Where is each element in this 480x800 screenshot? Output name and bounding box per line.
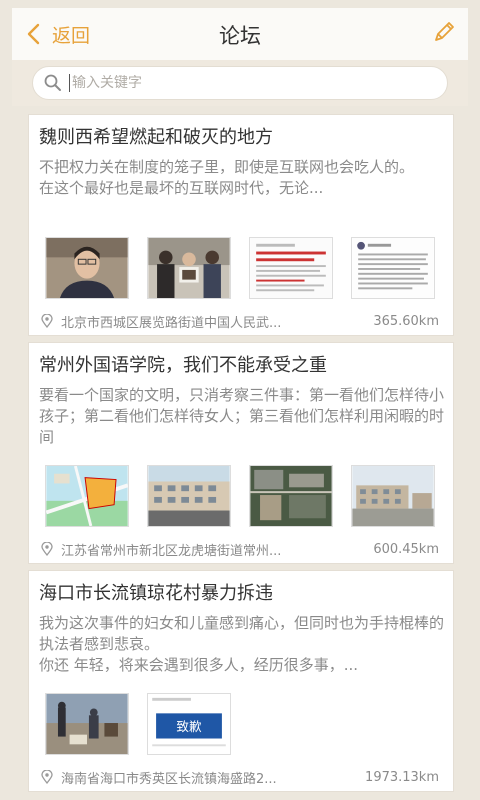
text-screenshot xyxy=(352,238,434,298)
top-bar: 返回 论坛 xyxy=(12,8,468,60)
post-title: 海口市长流镇琼花村暴力拆违 xyxy=(39,583,273,604)
page-title: 论坛 xyxy=(219,24,261,48)
building-photo xyxy=(148,466,230,526)
campus-photo xyxy=(352,466,434,526)
location-pin-icon xyxy=(41,314,53,328)
post-thumbnails: 致歉 xyxy=(45,693,437,755)
post-description: 不把权力关在制度的笼子里，即使是互联网也会吃人的。 在这个最好也是最坏的互联网时… xyxy=(39,158,415,197)
post-thumbnails xyxy=(45,465,437,527)
post-thumbnail[interactable] xyxy=(351,237,435,299)
post-location: 海南省海口市秀英区长流镇海盛路2... 1973.13km xyxy=(41,767,439,787)
thumbnail-caption: 致歉 xyxy=(176,719,202,734)
search-icon xyxy=(44,74,61,91)
search-bar-container xyxy=(12,60,468,106)
text-cursor xyxy=(69,74,70,92)
map-image xyxy=(46,466,128,526)
post-thumbnail[interactable] xyxy=(351,465,435,527)
post-thumbnail[interactable] xyxy=(45,693,129,755)
post-location: 北京市西城区展览路街道中国人民武... 365.60km xyxy=(41,311,439,331)
post-description: 我为这次事件的妇女和儿童感到痛心，但同时也为手持棍棒的执法者感到悲哀。 你还 年… xyxy=(39,614,445,674)
portrait-photo xyxy=(46,238,128,298)
post-thumbnail[interactable] xyxy=(147,465,231,527)
scene-photo xyxy=(46,694,128,754)
document-screenshot xyxy=(250,238,332,298)
pencil-icon[interactable] xyxy=(432,20,456,44)
aerial-photo xyxy=(250,466,332,526)
post-description: 要看一个国家的文明，只消考察三件事：第一看他们怎样待小孩子；第二看他们怎样待女人… xyxy=(39,386,445,446)
search-box[interactable] xyxy=(32,66,448,100)
location-pin-icon xyxy=(41,770,53,784)
post-thumbnail[interactable] xyxy=(45,465,129,527)
group-photo xyxy=(148,238,230,298)
post-card[interactable]: 海口市长流镇琼花村暴力拆违 我为这次事件的妇女和儿童感到痛心，但同时也为手持棍棒… xyxy=(28,570,454,792)
post-title: 常州外国语学院，我们不能承受之重 xyxy=(39,355,327,376)
location-address: 北京市西城区展览路街道中国人民武... xyxy=(61,315,282,331)
post-thumbnails xyxy=(45,237,437,299)
post-thumbnail[interactable] xyxy=(45,237,129,299)
post-card[interactable]: 魏则西希望燃起和破灭的地方 不把权力关在制度的笼子里，即使是互联网也会吃人的。 … xyxy=(28,114,454,336)
location-distance: 600.45km xyxy=(373,541,439,557)
post-title: 魏则西希望燃起和破灭的地方 xyxy=(39,127,273,148)
post-thumbnail[interactable]: 致歉 xyxy=(147,693,231,755)
location-address: 海南省海口市秀英区长流镇海盛路2... xyxy=(61,771,277,787)
post-thumbnail[interactable] xyxy=(147,237,231,299)
post-thumbnail[interactable] xyxy=(249,465,333,527)
apology-image: 致歉 xyxy=(148,694,230,754)
location-pin-icon xyxy=(41,542,53,556)
location-distance: 1973.13km xyxy=(365,769,439,785)
search-input[interactable] xyxy=(72,75,412,91)
post-location: 江苏省常州市新北区龙虎塘街道常州... 600.45km xyxy=(41,539,439,559)
post-card[interactable]: 常州外国语学院，我们不能承受之重 要看一个国家的文明，只消考察三件事：第一看他们… xyxy=(28,342,454,564)
location-distance: 365.60km xyxy=(373,313,439,329)
post-thumbnail[interactable] xyxy=(249,237,333,299)
location-address: 江苏省常州市新北区龙虎塘街道常州... xyxy=(61,543,282,559)
